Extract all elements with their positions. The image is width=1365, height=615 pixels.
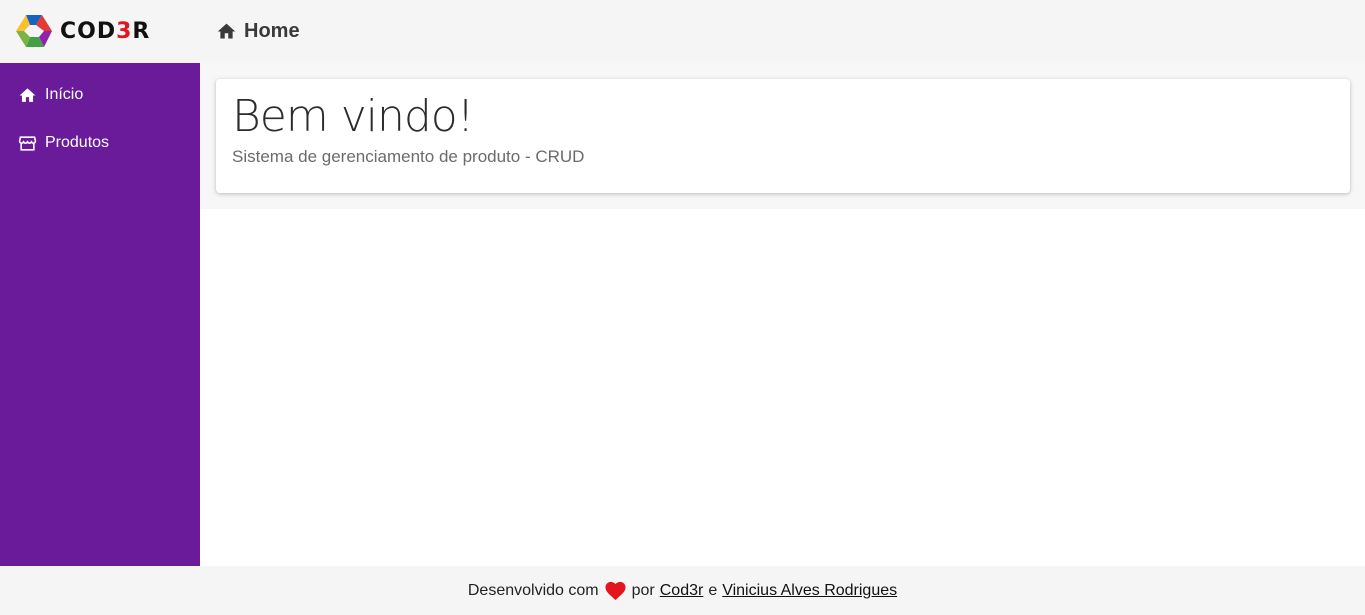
page-title-text: Home — [244, 19, 300, 42]
welcome-card: Bem vindo! Sistema de gerenciamento de p… — [216, 79, 1350, 193]
welcome-subheading: Sistema de gerenciamento de produto - CR… — [232, 147, 585, 167]
footer-text-and: e — [708, 581, 718, 599]
cod3r-logo-mark — [16, 15, 52, 47]
page-title: Home — [216, 17, 300, 45]
sidebar-item-label: Produtos — [45, 134, 110, 151]
sidebar-item-label: Início — [45, 86, 84, 103]
store-icon — [18, 135, 37, 151]
footer-text-developed: Desenvolvido com — [467, 581, 599, 599]
footer: Desenvolvido com por Cod3r e Vinicius Al… — [0, 566, 1365, 615]
home-icon — [217, 23, 236, 38]
sidebar-item-produtos[interactable]: Produtos — [0, 129, 200, 157]
cod3r-logo[interactable]: COD3R — [14, 13, 189, 49]
home-icon — [19, 87, 36, 102]
cod3r-logo-text: COD3R — [60, 18, 151, 44]
welcome-heading: Bem vindo! — [232, 91, 474, 142]
app-root: COD3R Home Início Produtos Bem vindo! Si… — [0, 0, 1365, 615]
footer-text-by: por — [631, 581, 655, 599]
sidebar: Início Produtos — [0, 63, 200, 566]
heart-icon — [605, 581, 626, 601]
sidebar-item-inicio[interactable]: Início — [0, 81, 200, 109]
top-header: COD3R Home — [0, 0, 1365, 63]
footer-link-cod3r[interactable]: Cod3r — [660, 582, 704, 600]
footer-link-author[interactable]: Vinicius Alves Rodrigues — [722, 582, 897, 600]
